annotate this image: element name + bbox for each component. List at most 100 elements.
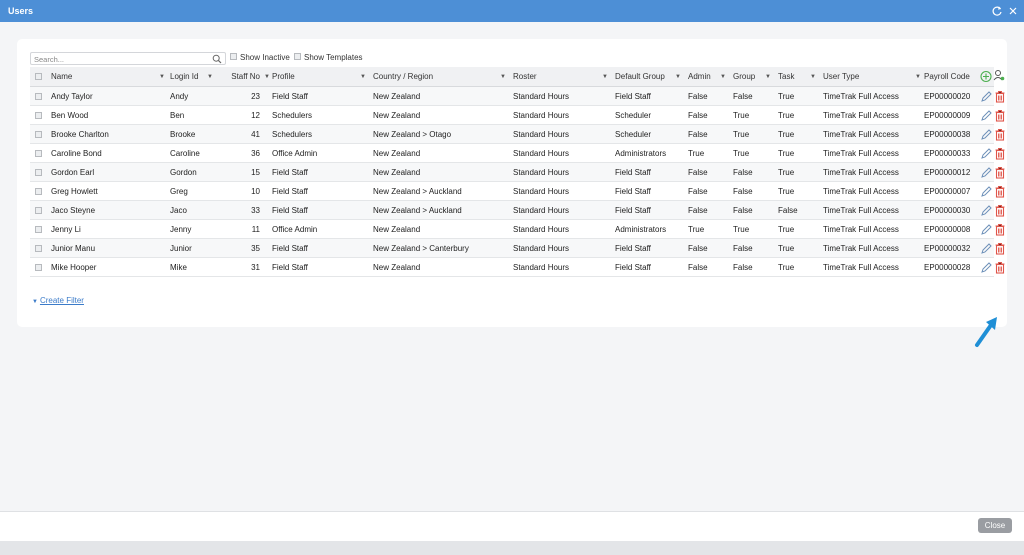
close-button[interactable]: Close bbox=[978, 518, 1012, 533]
pencil-icon[interactable] bbox=[980, 204, 992, 217]
table-cell: EP00000038 bbox=[924, 130, 971, 139]
trash-icon[interactable] bbox=[994, 261, 1006, 274]
column-menu-icon[interactable]: ▼ bbox=[915, 67, 921, 87]
row-checkbox[interactable] bbox=[35, 131, 42, 138]
table-cell: True bbox=[688, 225, 705, 234]
column-header[interactable]: Payroll Code bbox=[924, 67, 980, 86]
table-cell: Mike Hooper bbox=[51, 263, 97, 272]
trash-icon[interactable] bbox=[994, 185, 1006, 198]
show-inactive-option[interactable]: Show Inactive bbox=[230, 53, 290, 62]
search-icon[interactable] bbox=[212, 54, 222, 64]
column-header[interactable]: Task bbox=[778, 67, 808, 86]
row-checkbox[interactable] bbox=[35, 264, 42, 271]
trash-icon[interactable] bbox=[994, 204, 1006, 217]
pencil-icon[interactable] bbox=[980, 242, 992, 255]
table-cell: EP00000020 bbox=[924, 92, 971, 101]
table-row[interactable]: Andy Taylor Andy 23 Field Staff New Zealand S… bbox=[30, 87, 1005, 106]
pencil-icon[interactable] bbox=[980, 223, 992, 236]
column-header[interactable]: Profile bbox=[272, 67, 362, 86]
row-checkbox[interactable] bbox=[35, 150, 42, 157]
trash-icon[interactable] bbox=[994, 128, 1006, 141]
pencil-icon[interactable] bbox=[980, 166, 992, 179]
column-menu-icon[interactable]: ▼ bbox=[675, 67, 681, 87]
table-row[interactable]: Caroline Bond Caroline 36 Office Admin New Z… bbox=[30, 144, 1005, 163]
row-checkbox[interactable] bbox=[35, 112, 42, 119]
refresh-icon[interactable] bbox=[990, 4, 1004, 18]
table-row[interactable]: Junior Manu Junior 35 Field Staff New Zealan… bbox=[30, 239, 1005, 258]
column-header[interactable]: User Type bbox=[823, 67, 915, 86]
table-cell: Ben Wood bbox=[51, 111, 89, 120]
table-cell: EP00000033 bbox=[924, 149, 971, 158]
column-menu-icon[interactable]: ▼ bbox=[720, 67, 726, 87]
row-checkbox[interactable] bbox=[35, 169, 42, 176]
trash-icon[interactable] bbox=[994, 242, 1006, 255]
add-circle-icon[interactable] bbox=[980, 70, 992, 83]
column-menu-icon[interactable]: ▼ bbox=[602, 67, 608, 87]
column-header[interactable]: Admin bbox=[688, 67, 718, 86]
table-cell: Standard Hours bbox=[513, 149, 570, 158]
table-cell: Field Staff bbox=[615, 206, 651, 215]
pencil-icon[interactable] bbox=[980, 109, 992, 122]
row-checkbox[interactable] bbox=[35, 93, 42, 100]
column-menu-icon[interactable]: ▼ bbox=[500, 67, 506, 87]
trash-icon[interactable] bbox=[994, 166, 1006, 179]
close-icon[interactable] bbox=[1006, 4, 1020, 18]
table-row[interactable]: Mike Hooper Mike 31 Field Staff New Zealand S… bbox=[30, 258, 1005, 277]
table-row[interactable]: Gordon Earl Gordon 15 Field Staff New Zealan… bbox=[30, 163, 1005, 182]
table-row[interactable]: Ben Wood Ben 12 Schedulers New Zealand Standa… bbox=[30, 106, 1005, 125]
table-cell: Schedulers bbox=[272, 111, 313, 120]
column-menu-icon[interactable]: ▼ bbox=[159, 67, 165, 87]
column-header[interactable]: Staff No bbox=[216, 67, 260, 86]
table-cell: False bbox=[733, 244, 753, 253]
column-header[interactable]: Login Id bbox=[170, 67, 210, 86]
table-cell: 41 bbox=[251, 130, 260, 139]
row-checkbox[interactable] bbox=[35, 226, 42, 233]
pencil-icon[interactable] bbox=[980, 185, 992, 198]
table-cell: Scheduler bbox=[615, 111, 652, 120]
trash-icon[interactable] bbox=[994, 90, 1006, 103]
column-header[interactable]: Roster bbox=[513, 67, 603, 86]
show-templates-option[interactable]: Show Templates bbox=[294, 53, 363, 62]
pencil-icon[interactable] bbox=[980, 147, 992, 160]
table-row[interactable]: Jaco Steyne Jaco 33 Field Staff New Zealand … bbox=[30, 201, 1005, 220]
table-row[interactable]: Brooke Charlton Brooke 41 Schedulers New Zea… bbox=[30, 125, 1005, 144]
column-header[interactable]: Name bbox=[51, 67, 143, 86]
select-all-checkbox[interactable] bbox=[35, 73, 42, 80]
pencil-icon[interactable] bbox=[980, 90, 992, 103]
show-templates-checkbox[interactable] bbox=[294, 53, 301, 61]
trash-icon[interactable] bbox=[994, 147, 1006, 160]
pencil-icon[interactable] bbox=[980, 261, 992, 274]
show-inactive-checkbox[interactable] bbox=[230, 53, 237, 61]
table-cell: EP00000008 bbox=[924, 225, 971, 234]
create-filter-link[interactable]: ▼ Create Filter bbox=[32, 296, 84, 305]
search-input[interactable] bbox=[34, 54, 204, 64]
column-menu-icon[interactable]: ▼ bbox=[207, 67, 213, 87]
column-menu-icon[interactable]: ▼ bbox=[810, 67, 816, 87]
table-row[interactable]: Greg Howlett Greg 10 Field Staff New Zealand… bbox=[30, 182, 1005, 201]
user-settings-icon[interactable] bbox=[993, 69, 1005, 82]
row-checkbox[interactable] bbox=[35, 188, 42, 195]
arrow-pointer-icon bbox=[975, 317, 997, 347]
column-menu-icon[interactable]: ▼ bbox=[360, 67, 366, 87]
table-cell: False bbox=[688, 111, 708, 120]
trash-icon[interactable] bbox=[994, 223, 1006, 236]
table-cell: False bbox=[688, 187, 708, 196]
table-row[interactable]: Jenny Li Jenny 11 Office Admin New Zealand St… bbox=[30, 220, 1005, 239]
table-cell: False bbox=[778, 206, 798, 215]
trash-icon[interactable] bbox=[994, 109, 1006, 122]
table-cell: False bbox=[688, 130, 708, 139]
table-cell: Brooke Charlton bbox=[51, 130, 109, 139]
dialog-footer: Close bbox=[0, 511, 1024, 541]
column-menu-icon[interactable]: ▼ bbox=[264, 67, 270, 87]
column-header[interactable]: Group bbox=[733, 67, 763, 86]
pencil-icon[interactable] bbox=[980, 128, 992, 141]
table-cell: True bbox=[778, 244, 795, 253]
table-cell: EP00000007 bbox=[924, 187, 971, 196]
table-cell: False bbox=[733, 263, 753, 272]
row-checkbox[interactable] bbox=[35, 207, 42, 214]
column-header[interactable]: Default Group bbox=[615, 67, 673, 86]
column-menu-icon[interactable]: ▼ bbox=[765, 67, 771, 87]
column-header[interactable]: Country / Region bbox=[373, 67, 503, 86]
table-cell: TimeTrak Full Access bbox=[823, 225, 899, 234]
row-checkbox[interactable] bbox=[35, 245, 42, 252]
